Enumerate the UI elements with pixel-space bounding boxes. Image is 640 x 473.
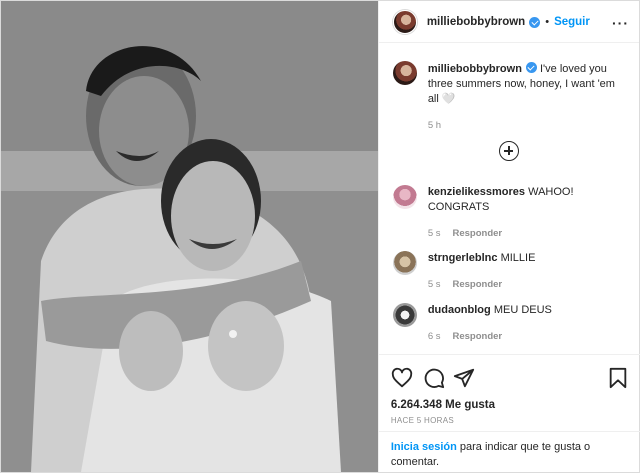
caption-username[interactable]: milliebobbybrown bbox=[428, 63, 522, 75]
separator-dot: • bbox=[545, 15, 550, 28]
load-more-comments-icon[interactable] bbox=[498, 141, 519, 161]
post-photo[interactable] bbox=[1, 1, 378, 472]
comment-body: strngerleblnc MILLIE 5 s Responder bbox=[428, 251, 536, 292]
post-header: milliebobbybrown • Seguir ··· bbox=[378, 1, 639, 43]
comment-meta: 6 s Responder bbox=[428, 329, 552, 344]
reply-button[interactable]: Responder bbox=[453, 279, 503, 290]
avatar[interactable] bbox=[392, 61, 417, 85]
comment-text: MEU DEUS bbox=[493, 304, 552, 316]
verified-icon bbox=[525, 62, 537, 73]
comment-time[interactable]: 5 s bbox=[428, 228, 441, 239]
list-item: dudaonblog MEU DEUS 6 s Responder bbox=[392, 303, 628, 344]
comment-username[interactable]: dudaonblog bbox=[428, 304, 491, 316]
avatar[interactable] bbox=[392, 251, 417, 275]
comment-body: dudaonblog MEU DEUS 6 s Responder bbox=[428, 303, 552, 344]
comment-time[interactable]: 6 s bbox=[428, 331, 441, 342]
login-prompt: Inicia sesión para indicar que te gusta … bbox=[378, 431, 640, 470]
list-item: strngerleblnc MILLIE 5 s Responder bbox=[392, 251, 628, 292]
comment-body: kenzielikessmores WAHOO! CONGRATS 5 s Res… bbox=[428, 185, 628, 241]
comment-meta: 5 s Responder bbox=[428, 226, 628, 241]
reply-button[interactable]: Responder bbox=[453, 331, 503, 342]
share-icon[interactable] bbox=[453, 367, 475, 389]
action-bar: 6.264.348 Me gusta HACE 5 HORAS bbox=[378, 354, 640, 425]
action-icons bbox=[391, 365, 629, 391]
list-item: kenzielikessmores WAHOO! CONGRATS 5 s Res… bbox=[392, 185, 628, 241]
heart-icon[interactable] bbox=[391, 367, 413, 389]
author-avatar[interactable] bbox=[392, 9, 417, 34]
comment-meta: 5 s Responder bbox=[428, 277, 536, 292]
caption-time[interactable]: 5 h bbox=[428, 120, 441, 131]
caption: milliebobbybrown I've loved you three su… bbox=[392, 61, 628, 133]
comment-username[interactable]: strngerleblnc bbox=[428, 252, 498, 264]
couple-photo-illustration bbox=[1, 1, 378, 472]
follow-button[interactable]: Seguir bbox=[554, 16, 590, 28]
likes-count[interactable]: 6.264.348 Me gusta bbox=[391, 399, 629, 411]
comment-time[interactable]: 5 s bbox=[428, 279, 441, 290]
reply-button[interactable]: Responder bbox=[453, 228, 503, 239]
post-side-panel: milliebobbybrown • Seguir ··· milliebobb… bbox=[377, 1, 640, 472]
caption-meta: 5 h bbox=[428, 118, 628, 133]
comment-icon[interactable] bbox=[423, 367, 445, 389]
login-link[interactable]: Inicia sesión bbox=[391, 441, 457, 453]
comments-list: milliebobbybrown I've loved you three su… bbox=[379, 44, 640, 354]
author-username[interactable]: milliebobbybrown bbox=[427, 16, 525, 28]
avatar[interactable] bbox=[392, 303, 417, 327]
bookmark-icon[interactable] bbox=[607, 367, 629, 389]
verified-icon bbox=[529, 17, 541, 28]
instagram-post: milliebobbybrown • Seguir ··· milliebobb… bbox=[0, 0, 640, 473]
comment-username[interactable]: kenzielikessmores bbox=[428, 186, 525, 198]
comment-text: MILLIE bbox=[500, 252, 536, 264]
more-icon[interactable]: ··· bbox=[612, 15, 629, 31]
avatar[interactable] bbox=[392, 185, 417, 209]
post-timestamp[interactable]: HACE 5 HORAS bbox=[391, 416, 629, 425]
caption-body: milliebobbybrown I've loved you three su… bbox=[428, 61, 628, 133]
